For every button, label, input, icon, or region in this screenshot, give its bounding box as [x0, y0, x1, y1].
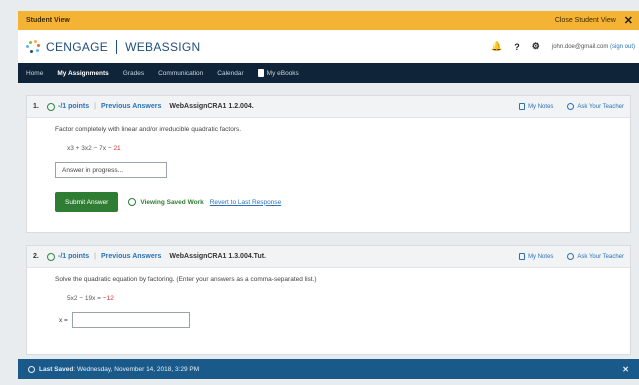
- clock-icon: [28, 365, 35, 373]
- ask-teacher-label: Ask Your Teacher: [577, 103, 624, 110]
- nav-item-calendar[interactable]: Calendar: [217, 70, 243, 77]
- expression-highlight: −12: [102, 295, 114, 302]
- x-answer-row: x =: [59, 312, 602, 328]
- nav-item-my-assignments[interactable]: My Assignments: [57, 70, 108, 77]
- my-notes-button[interactable]: My Notes: [519, 253, 553, 260]
- separator: |: [94, 103, 96, 110]
- notes-icon: [519, 103, 526, 110]
- question-reference: WebAssignCRA1 1.3.004.Tut.: [169, 253, 266, 260]
- gear-icon[interactable]: ⚙: [532, 41, 540, 52]
- ask-teacher-button[interactable]: Ask Your Teacher: [567, 103, 624, 110]
- question-header: 1. -/1 points | Previous Answers WebAssi…: [27, 96, 630, 118]
- chat-icon: [567, 103, 575, 110]
- previous-answers-link[interactable]: Previous Answers: [101, 253, 161, 260]
- close-icon[interactable]: ✕: [622, 365, 629, 374]
- main-content: 1. -/1 points | Previous Answers WebAssi…: [18, 83, 639, 385]
- question-instruction: Factor completely with linear and/or irr…: [55, 126, 242, 133]
- status-circle-icon: [47, 102, 55, 111]
- x-answer-input[interactable]: [71, 312, 190, 328]
- question-instruction: Solve the quadratic equation by factorin…: [55, 276, 317, 283]
- previous-answers-link[interactable]: Previous Answers: [101, 103, 161, 110]
- ask-teacher-button[interactable]: Ask Your Teacher: [567, 253, 624, 260]
- sign-out-link[interactable]: (sign out): [610, 44, 635, 50]
- app-header: CENGAGE WEBASSIGN 🔔 ? ⚙ john.doe@gmail.c…: [18, 30, 639, 63]
- nav-item-home[interactable]: Home: [26, 70, 43, 77]
- answer-input[interactable]: [55, 162, 167, 178]
- chat-icon: [567, 253, 575, 260]
- x-label: x =: [59, 316, 68, 324]
- question-reference: WebAssignCRA1 1.2.004.: [169, 103, 254, 110]
- saved-work-label: Viewing Saved Work: [140, 198, 204, 206]
- question-header: 2. -/1 points | Previous Answers WebAssi…: [27, 246, 630, 268]
- ask-teacher-label: Ask Your Teacher: [577, 253, 624, 260]
- separator: |: [94, 253, 96, 260]
- brand-cengage: CENGAGE: [46, 39, 109, 54]
- cengage-logo-icon: [26, 39, 40, 54]
- nav-item-communication[interactable]: Communication: [158, 70, 203, 77]
- status-circle-icon: [47, 252, 55, 261]
- notes-icon: [519, 253, 526, 260]
- bell-icon[interactable]: 🔔: [491, 41, 502, 52]
- submit-answer-button[interactable]: Submit Answer: [55, 192, 119, 212]
- points-link[interactable]: -/1 points: [58, 103, 89, 110]
- help-icon[interactable]: ?: [514, 42, 520, 52]
- my-notes-label: My Notes: [528, 253, 554, 260]
- expression-text: 5x2 − 19x =: [67, 295, 103, 302]
- user-email: john.doe@gmail.com: [551, 43, 609, 50]
- question-expression: x3 + 3x2 − 7x − 21: [67, 145, 602, 152]
- close-icon[interactable]: ✕: [624, 14, 633, 27]
- book-icon: [257, 69, 264, 77]
- last-saved-label: Last Saved: [39, 365, 74, 373]
- nav-item-grades[interactable]: Grades: [123, 70, 144, 77]
- question-1: 1. -/1 points | Previous Answers WebAssi…: [26, 95, 631, 233]
- main-nav: Home My Assignments Grades Communication…: [18, 63, 639, 83]
- brand-divider: [116, 39, 118, 54]
- nav-item-label: My eBooks: [266, 69, 299, 77]
- nav-item-my-ebooks[interactable]: My eBooks: [257, 69, 299, 77]
- brand-webassign: WEBASSIGN: [125, 39, 201, 54]
- expression-text: x3 + 3x2 − 7x −: [67, 145, 114, 152]
- points-link[interactable]: -/1 points: [58, 253, 89, 260]
- user-menu[interactable]: john.doe@gmail.com (sign out): [552, 44, 635, 50]
- revert-link[interactable]: Revert to Last Response: [210, 199, 282, 206]
- saved-work-status: Viewing Saved Work Revert to Last Respon…: [128, 198, 281, 206]
- last-saved-timestamp: : Wednesday, November 14, 2018, 3:29 PM: [73, 365, 200, 373]
- student-view-bar: Student View Close Student View ✕: [18, 11, 639, 30]
- expression-highlight: 21: [113, 145, 121, 152]
- my-notes-label: My Notes: [528, 103, 554, 110]
- student-view-label: Student View: [26, 17, 70, 24]
- logo[interactable]: CENGAGE WEBASSIGN: [26, 39, 201, 54]
- question-number: 1.: [33, 103, 39, 110]
- question-number: 2.: [33, 253, 39, 260]
- saved-check-icon: [128, 198, 137, 206]
- last-saved-bar: Last Saved : Wednesday, November 14, 201…: [18, 359, 639, 379]
- question-2: 2. -/1 points | Previous Answers WebAssi…: [26, 245, 631, 355]
- close-student-view-link[interactable]: Close Student View: [555, 17, 616, 24]
- question-expression: 5x2 − 19x = −12: [67, 295, 602, 302]
- my-notes-button[interactable]: My Notes: [519, 103, 553, 110]
